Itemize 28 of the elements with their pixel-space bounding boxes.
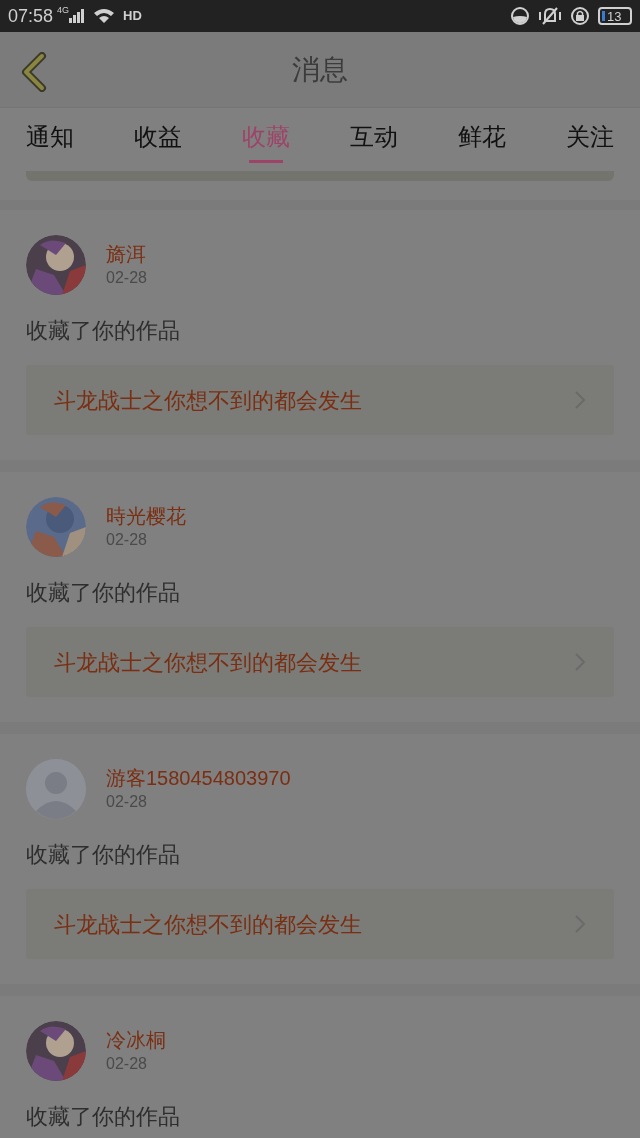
moon-icon (510, 6, 530, 26)
lock-icon (570, 6, 590, 26)
work-link[interactable]: 斗龙战士之你想不到的都会发生 (26, 889, 614, 959)
wifi-icon (93, 8, 116, 24)
signal-icon (69, 9, 86, 23)
tab[interactable]: 互动 (350, 108, 398, 165)
work-link[interactable]: 斗龙战士之你想不到的都会发生 (26, 627, 614, 697)
message-text: 收藏了你的作品 (26, 1103, 181, 1131)
message-text: 收藏了你的作品 (26, 317, 181, 345)
page-title: 消息 (292, 52, 348, 87)
tab[interactable]: 鲜花 (458, 108, 506, 165)
message-text: 收藏了你的作品 (26, 841, 181, 869)
hd-label: HD (123, 7, 142, 26)
tab[interactable]: 收益 (134, 108, 182, 165)
user-name[interactable]: 冷冰桐 (106, 1027, 166, 1053)
work-link[interactable]: 斗龙战士之你想不到的都会发生 (26, 365, 614, 435)
message-text: 收藏了你的作品 (26, 579, 181, 607)
tab[interactable]: 通知 (26, 108, 74, 165)
avatar-icon (26, 759, 86, 819)
mute-icon (538, 6, 562, 26)
user-name[interactable]: 旖洱 (106, 241, 147, 267)
tab[interactable]: 收藏 (242, 108, 290, 165)
tab[interactable]: 关注 (566, 108, 614, 165)
network-label: 4G (57, 4, 70, 17)
battery-indicator: 13 (598, 7, 632, 25)
user-name[interactable]: 時光樱花 (106, 503, 186, 529)
clock: 07:58 (8, 4, 54, 28)
user-name[interactable]: 游客1580454803970 (106, 765, 291, 791)
